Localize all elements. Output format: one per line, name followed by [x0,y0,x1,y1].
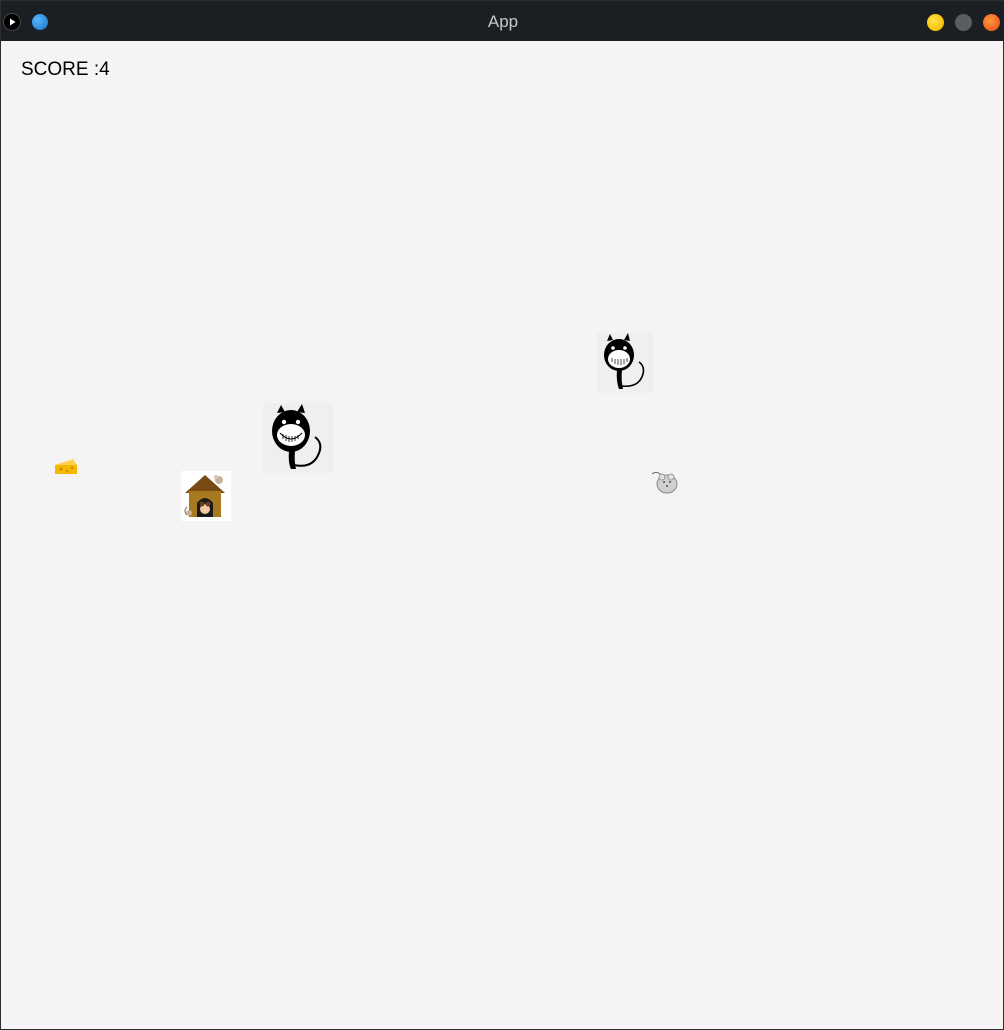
mouse-house-sprite [181,471,231,521]
window-title: App [487,12,519,31]
game-canvas[interactable]: SCORE :4 [1,41,1003,1029]
minimize-button[interactable] [927,14,944,31]
close-button[interactable] [983,14,1000,31]
cheese-sprite [55,459,77,474]
mouse-sprite [651,471,678,494]
cat-sprite [263,403,333,473]
maximize-button[interactable] [955,14,972,31]
score-label: SCORE :4 [21,59,110,80]
app-window: App SCORE :4 [0,0,1004,1030]
titlebar: App [1,1,1004,41]
cat-sprite [597,333,653,393]
